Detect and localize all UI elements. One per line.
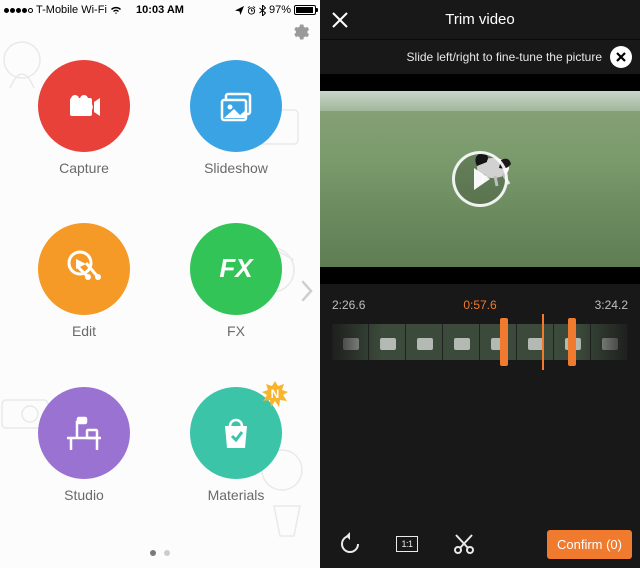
settings-gear-icon[interactable] [290, 22, 310, 42]
page-dot [150, 550, 156, 556]
slideshow-button[interactable]: Slideshow [180, 48, 292, 211]
photos-icon [212, 82, 260, 130]
chevron-right-icon[interactable] [300, 280, 314, 302]
signal-strength-icon [4, 8, 33, 13]
carrier-label: T-Mobile Wi-Fi [36, 4, 107, 16]
trim-header: Trim video [320, 0, 640, 40]
bluetooth-icon [259, 5, 266, 16]
capture-button[interactable]: Capture [28, 48, 140, 211]
edit-button[interactable]: Edit [28, 211, 140, 374]
fx-button[interactable]: FX FX [180, 211, 292, 374]
time-end: 3:24.2 [595, 298, 628, 312]
capture-label: Capture [59, 160, 109, 176]
battery-icon [294, 5, 316, 15]
close-icon[interactable] [330, 10, 350, 30]
svg-text:N: N [271, 387, 280, 401]
bag-icon [213, 410, 259, 456]
studio-button[interactable]: Studio [28, 375, 140, 538]
confirm-button[interactable]: Confirm (0) [547, 530, 632, 559]
time-start: 2:26.6 [332, 298, 365, 312]
timeline-scrubber[interactable] [332, 318, 628, 366]
page-dot [164, 550, 170, 556]
studio-label: Studio [64, 487, 104, 503]
playhead[interactable] [542, 314, 544, 370]
edit-label: Edit [72, 323, 96, 339]
svg-text:FX: FX [219, 253, 254, 283]
ios-status-bar: T-Mobile Wi-Fi 10:03 AM 97% [0, 0, 320, 18]
battery-pct-label: 97% [269, 4, 291, 16]
scissors-icon[interactable] [452, 532, 476, 556]
materials-label: Materials [208, 487, 265, 503]
wifi-icon [110, 5, 122, 15]
timecode-row: 2:26.6 0:57.6 3:24.2 [320, 284, 640, 318]
fx-icon: FX [210, 243, 262, 295]
home-grid: Capture Slideshow Edit FX FX Studio [0, 42, 320, 538]
camera-icon [60, 82, 108, 130]
location-icon [235, 6, 244, 15]
fx-label: FX [227, 323, 245, 339]
trim-toolbar: 1:1 Confirm (0) [320, 520, 640, 568]
clock-label: 10:03 AM [136, 4, 184, 16]
time-current: 0:57.6 [463, 298, 496, 312]
page-indicator [0, 538, 320, 568]
new-badge-icon: N [262, 381, 288, 407]
hint-close-icon[interactable] [610, 46, 632, 68]
video-preview [320, 74, 640, 284]
play-icon [474, 168, 490, 190]
desk-icon [59, 408, 109, 458]
slideshow-label: Slideshow [204, 160, 268, 176]
materials-button[interactable]: N Materials [180, 375, 292, 538]
alarm-icon [247, 6, 256, 15]
rotate-icon[interactable] [338, 532, 362, 556]
hint-bar: Slide left/right to fine-tune the pictur… [320, 40, 640, 74]
trim-handle-left[interactable] [500, 318, 508, 366]
edit-icon [60, 245, 108, 293]
play-button[interactable] [452, 151, 508, 207]
trim-handle-right[interactable] [568, 318, 576, 366]
trim-title: Trim video [445, 11, 514, 28]
hint-text: Slide left/right to fine-tune the pictur… [407, 50, 602, 64]
aspect-ratio-button[interactable]: 1:1 [396, 536, 418, 552]
